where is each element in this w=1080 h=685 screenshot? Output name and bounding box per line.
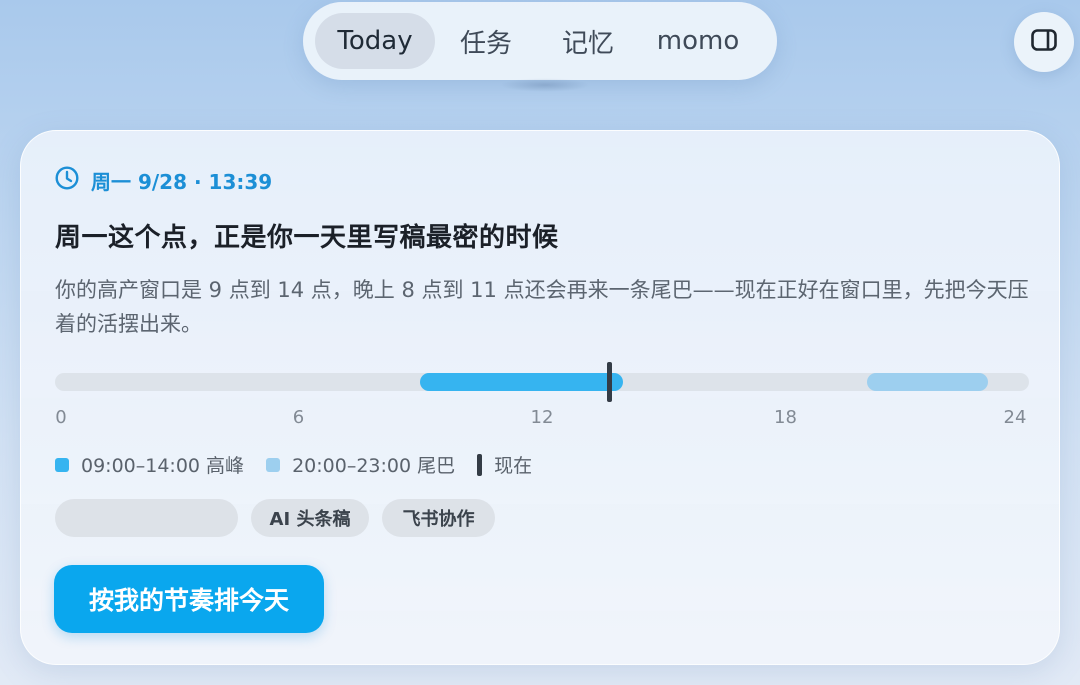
day-timeline <box>55 362 1029 402</box>
peak-segment <box>420 373 624 391</box>
legend-peak-label: 09:00–14:00 高峰 <box>81 455 245 477</box>
timeline-ticks: 0 6 12 18 24 <box>55 407 1029 431</box>
legend-now-label: 现在 <box>494 455 533 477</box>
plan-today-button[interactable]: 按我的节奏排今天 <box>54 565 324 633</box>
tail-segment <box>866 373 989 391</box>
clock-icon <box>55 166 91 195</box>
timeline-tick-6: 6 <box>292 407 305 428</box>
nav-shadow <box>500 78 590 92</box>
timeline-tick-24: 24 <box>1003 407 1027 428</box>
peak-swatch <box>55 457 69 472</box>
card-headline: 周一这个点，正是你一天里写稿最密的时候 <box>55 223 559 253</box>
timestamp-row: 周一 9/28 · 13:39 <box>55 166 272 195</box>
tab-tasks[interactable]: 任务 <box>435 13 537 69</box>
chip-placeholder[interactable] <box>55 499 238 537</box>
legend-peak: 09:00–14:00 高峰 <box>55 451 244 478</box>
tag-chips: AI 头条稿 飞书协作 <box>55 499 508 537</box>
card-description: 你的高产窗口是 9 点到 14 点，晚上 8 点到 11 点还会再来一条尾巴——… <box>55 278 1029 336</box>
tab-momo[interactable]: momo <box>639 13 757 69</box>
chip-feishu[interactable]: 飞书协作 <box>382 499 495 537</box>
today-card: 周一 9/28 · 13:39 周一这个点，正是你一天里写稿最密的时候 你的高产… <box>20 130 1060 665</box>
now-swatch <box>477 453 483 476</box>
top-nav: Today 任务 记忆 momo <box>303 2 777 80</box>
timeline-tick-0: 0 <box>55 407 67 428</box>
legend-tail-label: 20:00–23:00 尾巴 <box>292 455 456 477</box>
sidebar-toggle-icon <box>1031 29 1057 55</box>
legend-now: 现在 <box>477 451 532 478</box>
timeline-tick-18: 18 <box>774 407 797 428</box>
timeline-legend: 09:00–14:00 高峰 20:00–23:00 尾巴 现在 <box>55 451 554 478</box>
timestamp-text: 周一 9/28 · 13:39 <box>91 170 273 194</box>
chip-ai-headline[interactable]: AI 头条稿 <box>251 499 369 537</box>
legend-tail: 20:00–23:00 尾巴 <box>266 451 455 478</box>
now-marker <box>606 362 612 402</box>
tab-today[interactable]: Today <box>315 13 435 69</box>
timeline-tick-12: 12 <box>530 407 554 428</box>
tab-memory[interactable]: 记忆 <box>537 13 639 69</box>
sidebar-toggle-button[interactable] <box>1014 12 1074 72</box>
tail-swatch <box>266 457 281 472</box>
